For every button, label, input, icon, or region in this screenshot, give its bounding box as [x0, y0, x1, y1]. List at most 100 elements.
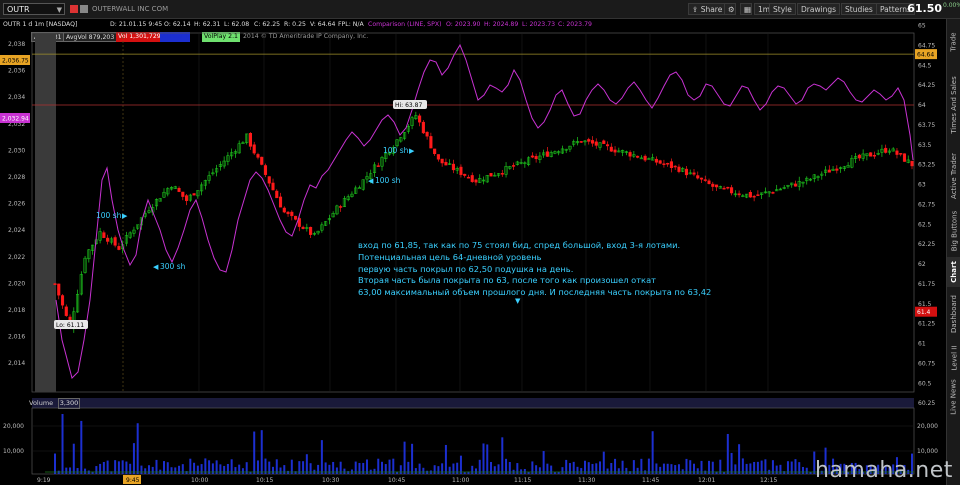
candle-down [53, 283, 57, 285]
candle-down [271, 182, 275, 191]
right-axis-tick: 63.5 [918, 142, 932, 149]
candle-down [895, 150, 899, 155]
volume-bar [140, 465, 143, 474]
volume-bar [734, 464, 737, 474]
candle-down [451, 163, 455, 171]
left-bubble-high: 2,036.75 [2, 58, 29, 65]
volume-bar [272, 466, 275, 474]
volume-bar [238, 464, 241, 474]
volume-bar [535, 465, 538, 474]
left-bubble-comp: 2,032.94 [2, 116, 29, 123]
share-label: 100 sh [383, 146, 409, 155]
volume-bar [610, 463, 613, 474]
candle-down [711, 183, 715, 187]
volume-bar [422, 467, 425, 474]
tab-dashboard[interactable]: Dashboard [947, 289, 960, 339]
left-axis-tick: 2,030 [8, 147, 25, 154]
volume-bar [99, 463, 102, 474]
volume-bar [459, 455, 462, 474]
volume-bar [726, 433, 729, 474]
candle-up [357, 187, 362, 189]
premarket-shade [35, 34, 56, 392]
candle-down [275, 190, 279, 199]
volume-bar [692, 463, 695, 474]
volume-bar [441, 463, 444, 474]
volume-bar [636, 467, 639, 474]
volume-bar [223, 465, 226, 474]
candle-down [260, 156, 264, 165]
candle-down [294, 215, 298, 220]
candle-down [587, 139, 591, 142]
right-axis-tick: 64.75 [918, 42, 935, 49]
volume-bar [606, 468, 609, 474]
time-axis-tick: 11:45 [642, 477, 659, 484]
candle-down [666, 162, 670, 165]
volume-bar [670, 464, 673, 474]
volume-bar [57, 470, 60, 474]
volume-bar [129, 463, 132, 474]
tab-live-news[interactable]: Live News [947, 377, 960, 417]
volume-bar [659, 466, 662, 474]
candle-down [290, 211, 294, 217]
volume-bar [211, 463, 214, 474]
candle-down [256, 154, 260, 158]
candle-down [752, 195, 756, 198]
candle-down [309, 226, 313, 235]
candle-down [857, 154, 861, 159]
candle-down [466, 176, 471, 179]
tab-chart[interactable]: Chart [947, 257, 960, 287]
tab-label: Trade [950, 32, 959, 52]
volume-bar [561, 467, 564, 474]
right-axis-tick: 62 [918, 261, 926, 268]
volume-bar [474, 468, 477, 474]
candle-down [654, 158, 658, 163]
volume-bar [625, 467, 628, 474]
candle-down [421, 121, 425, 134]
time-axis-tick: 11:15 [514, 477, 531, 484]
right-bubble-high: 64.64 [917, 52, 934, 59]
volume-bar [580, 468, 583, 474]
tab-trade[interactable]: Trade [947, 21, 960, 63]
time-axis-tick: 10:30 [322, 477, 339, 484]
candle-down [827, 169, 831, 173]
volume-bar [568, 463, 571, 474]
arrow-marker-icon: ▶ [409, 147, 415, 155]
tab-active-trader[interactable]: Active Trader [947, 147, 960, 205]
candle-down [737, 193, 741, 196]
tab-level-ii[interactable]: Level II [947, 341, 960, 375]
candle-down [673, 165, 677, 168]
tab-big-buttons[interactable]: Big Buttons [947, 207, 960, 255]
annotation-line: вход по 61,85, так как по 75 стоял бид, … [358, 240, 681, 250]
volume-bar [602, 451, 605, 474]
arrow-marker-icon: ◀ [153, 263, 159, 271]
volume-bar [305, 454, 308, 474]
candle-down [267, 176, 271, 184]
volume-bar [538, 467, 541, 474]
tab-times-and-sales[interactable]: Times And Sales [947, 65, 960, 145]
volume-bar [65, 467, 68, 474]
candle-down [869, 152, 873, 157]
volume-bar [418, 463, 421, 474]
annotation-line: Вторая часть была покрыта по 63, после т… [358, 275, 656, 286]
volume-bar [463, 472, 466, 474]
volume-bar [347, 471, 350, 474]
candle-down [602, 140, 606, 144]
right-axis-tick: 63 [918, 182, 926, 189]
volume-bar [283, 465, 286, 474]
arrow-marker-icon: ▶ [122, 212, 128, 220]
volume-bar [132, 443, 135, 474]
right-axis-tick: 64.25 [918, 82, 935, 89]
volume-bar [317, 464, 320, 474]
right-bubble-last: 61.4 [917, 309, 931, 316]
candle-down [177, 188, 181, 192]
volume-bar [136, 423, 139, 474]
candle-down [594, 141, 598, 146]
tab-label: Dashboard [950, 295, 959, 333]
volume-bar [309, 463, 312, 474]
volume-bar [801, 466, 804, 474]
volume-bar [783, 471, 786, 474]
volume-bar [523, 468, 526, 474]
left-axis-tick: 2,024 [8, 227, 25, 234]
volume-bar [335, 467, 338, 474]
volume-bar [200, 464, 203, 474]
